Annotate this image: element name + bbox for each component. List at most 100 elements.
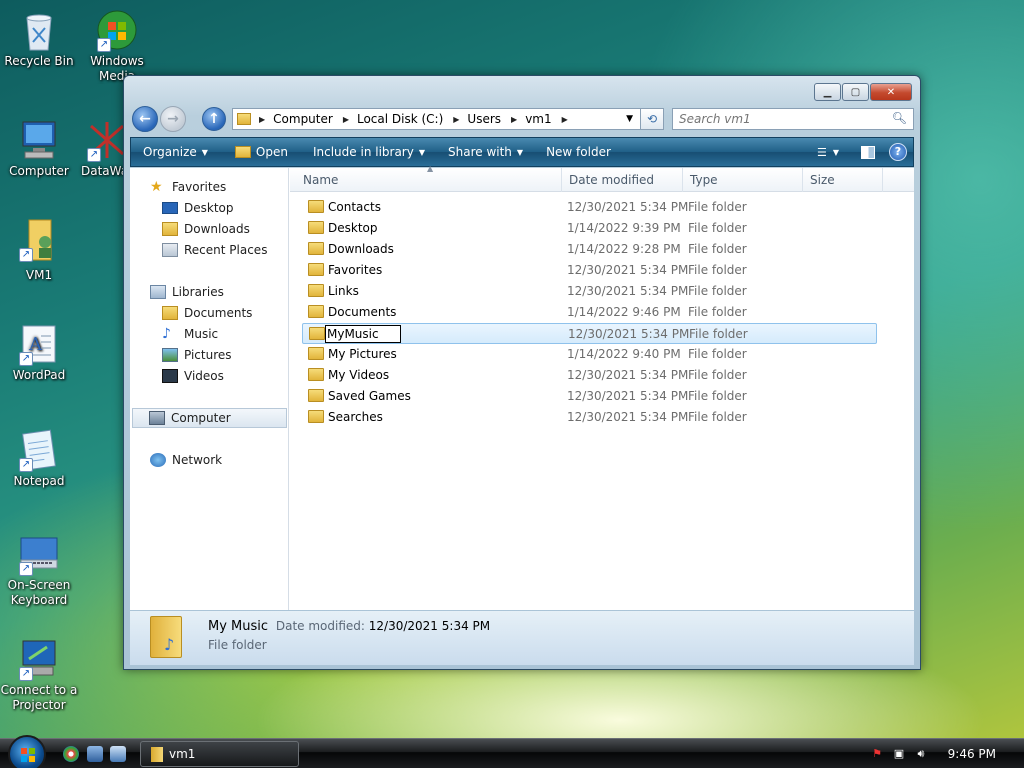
desktop-icon-notepad[interactable]: ↗ Notepad (0, 428, 79, 489)
open-label: Open (255, 145, 288, 159)
file-row-my-videos[interactable]: My Videos 12/30/2021 5:34 PM File folder (302, 365, 877, 386)
desktop-icon-wordpad[interactable]: A ↗ WordPad (0, 322, 79, 383)
file-row-documents[interactable]: Documents 1/14/2022 9:46 PM File folder (302, 302, 877, 323)
documents-icon (162, 306, 178, 320)
file-row-searches[interactable]: Searches 12/30/2021 5:34 PM File folder (302, 407, 877, 428)
up-button[interactable]: ↑ (202, 107, 226, 131)
file-date: 1/14/2022 9:40 PM (567, 347, 681, 361)
nav-documents[interactable]: Documents (162, 306, 252, 320)
rename-input[interactable] (325, 325, 401, 343)
file-row-mymusic[interactable]: 12/30/2021 5:34 PM File folder (302, 323, 877, 344)
windows-logo-icon (21, 748, 35, 762)
switch-windows-icon[interactable] (110, 746, 126, 762)
desktop-icon-recycle-bin[interactable]: Recycle Bin (0, 8, 79, 69)
file-date: 1/14/2022 9:46 PM (567, 305, 681, 319)
desktop-icon-windows-media-center[interactable]: ↗ Windows Media Center (77, 8, 157, 84)
start-button[interactable] (8, 735, 46, 768)
file-type: File folder (688, 347, 747, 361)
open-button[interactable]: Open (217, 138, 297, 166)
details-name: My Music (208, 619, 269, 634)
show-desktop-icon[interactable] (87, 746, 103, 762)
file-date: 12/30/2021 5:34 PM (567, 410, 689, 424)
folder-icon (308, 347, 324, 360)
breadcrumb-local-disk[interactable]: Local Disk (C:) (357, 112, 443, 126)
nav-libraries[interactable]: Libraries (150, 285, 224, 299)
file-date: 12/30/2021 5:34 PM (567, 200, 689, 214)
chevron-down-icon: ▼ (516, 147, 524, 157)
file-row-downloads[interactable]: Downloads 1/14/2022 9:28 PM File folder (302, 239, 877, 260)
explorer-window[interactable]: ▁ ▢ ✕ ← → ↑ ▶ Computer ▶ Local Disk (C:)… (123, 75, 921, 670)
close-button[interactable]: ✕ (870, 83, 912, 101)
breadcrumb-computer[interactable]: Computer (273, 112, 333, 126)
maximize-button[interactable]: ▢ (842, 83, 869, 101)
desktop-icon-on-screen-keyboard[interactable]: ↗ On-Screen Keyboard (0, 532, 79, 608)
desktop-icon-computer[interactable]: Computer (0, 118, 79, 179)
nav-computer-label: Computer (171, 411, 231, 425)
keyboard-icon: ↗ (17, 532, 61, 576)
preview-pane-icon[interactable] (861, 145, 875, 159)
pictures-icon (162, 348, 178, 362)
shortcut-arrow-icon: ↗ (19, 667, 33, 681)
volume-icon[interactable]: 🔊︎ (914, 747, 928, 761)
nav-pictures[interactable]: Pictures (162, 348, 232, 362)
search-icon[interactable]: 🔍︎ (892, 111, 907, 125)
search-input[interactable] (679, 112, 879, 126)
address-bar[interactable]: ▶ Computer ▶ Local Disk (C:) ▶ Users ▶ v… (232, 108, 664, 130)
file-row-favorites[interactable]: Favorites 12/30/2021 5:34 PM File folder (302, 260, 877, 281)
file-row-desktop[interactable]: Desktop 1/14/2022 9:39 PM File folder (302, 218, 877, 239)
nav-music[interactable]: ♪ Music (162, 327, 218, 341)
column-header-date-modified[interactable]: Date modified (562, 168, 683, 192)
file-row-links[interactable]: Links 12/30/2021 5:34 PM File folder (302, 281, 877, 302)
nav-network[interactable]: Network (150, 453, 222, 467)
breadcrumb-arrow-icon[interactable]: ▶ (259, 115, 265, 124)
action-center-icon[interactable]: ⚑ (870, 747, 884, 761)
chevron-down-icon[interactable]: ▼ (833, 148, 839, 157)
breadcrumb-arrow-icon[interactable]: ▶ (511, 115, 517, 124)
breadcrumb-vm1[interactable]: vm1 (525, 112, 551, 126)
file-row-saved-games[interactable]: Saved Games 12/30/2021 5:34 PM File fold… (302, 386, 877, 407)
file-name: Documents (328, 305, 397, 319)
column-header-size[interactable]: Size (803, 168, 883, 192)
include-in-library-button[interactable]: Include in library ▼ (297, 138, 434, 166)
taskbar-item-vm1[interactable]: vm1 (140, 741, 299, 767)
explorer-body: ★ Favorites Desktop Downloads Recent Pla… (130, 164, 914, 610)
desktop-icon-vm1[interactable]: ↗ VM1 (0, 218, 79, 283)
breadcrumb-arrow-icon[interactable]: ▶ (453, 115, 459, 124)
breadcrumb-arrow-icon[interactable]: ▶ (343, 115, 349, 124)
nav-videos[interactable]: Videos (162, 369, 224, 383)
system-tray: ⚑ ▣ 🔊︎ 9:46 PM (864, 739, 1024, 768)
shortcut-arrow-icon: ↗ (87, 148, 101, 162)
breadcrumb-users[interactable]: Users (467, 112, 501, 126)
refresh-button[interactable]: ⟲ (640, 108, 664, 130)
search-box[interactable]: 🔍︎ (672, 108, 914, 130)
folder-icon (308, 221, 324, 234)
file-name: Desktop (328, 221, 378, 235)
file-row-my-pictures[interactable]: My Pictures 1/14/2022 9:40 PM File folde… (302, 344, 877, 365)
nav-downloads[interactable]: Downloads (162, 222, 250, 236)
desktop-icon-connect-to-projector[interactable]: ↗ Connect to a Projector (0, 637, 79, 713)
navigation-pane: ★ Favorites Desktop Downloads Recent Pla… (130, 168, 289, 610)
nav-favorites[interactable]: ★ Favorites (150, 180, 226, 194)
organize-button[interactable]: Organize ▼ (131, 138, 217, 166)
new-folder-button[interactable]: New folder (532, 138, 620, 166)
folder-icon (309, 327, 325, 340)
share-with-button[interactable]: Share with ▼ (434, 138, 532, 166)
browser-quicklaunch-icon[interactable] (63, 746, 79, 762)
change-view-icon[interactable]: ☰ (817, 146, 827, 159)
file-row-contacts[interactable]: Contacts 12/30/2021 5:34 PM File folder (302, 197, 877, 218)
minimize-button[interactable]: ▁ (814, 83, 841, 101)
address-dropdown-icon[interactable]: ▼ (626, 114, 633, 124)
help-icon[interactable]: ? (889, 143, 907, 161)
folder-icon (151, 747, 163, 762)
nav-recent-places[interactable]: Recent Places (162, 243, 267, 257)
forward-button[interactable]: → (160, 106, 186, 132)
nav-computer[interactable]: Computer (132, 408, 287, 428)
desktop-icon-label: Connect to a Projector (0, 683, 78, 712)
folder-icon (308, 284, 324, 297)
column-header-type[interactable]: Type (683, 168, 803, 192)
nav-desktop[interactable]: Desktop (162, 201, 234, 215)
back-button[interactable]: ← (132, 106, 158, 132)
clock[interactable]: 9:46 PM (948, 747, 996, 761)
breadcrumb-arrow-icon[interactable]: ▶ (562, 115, 568, 124)
network-status-icon[interactable]: ▣ (892, 747, 906, 761)
